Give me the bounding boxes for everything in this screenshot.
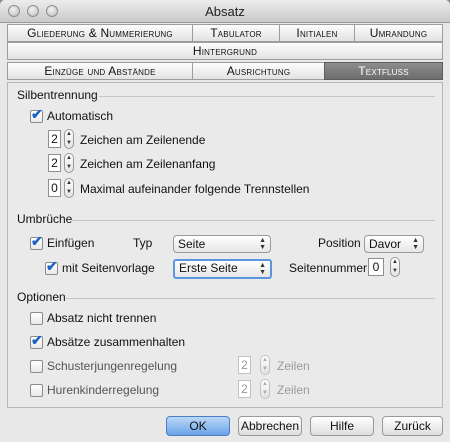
tab-hintergrund[interactable]: Hintergrund bbox=[7, 42, 443, 60]
position-select[interactable]: Davor ▲ ▼ bbox=[364, 235, 424, 253]
hurenkinder-input[interactable]: 2 bbox=[238, 380, 251, 398]
einfuegen-checkbox[interactable]: ✔ bbox=[30, 233, 43, 250]
dialog-window: Absatz Gliederung & Nummerierung Tabulat… bbox=[0, 0, 450, 442]
up-arrow-icon: ▲ bbox=[66, 131, 72, 137]
schusterjungen-input[interactable]: 2 bbox=[238, 356, 251, 374]
title-bar: Absatz bbox=[0, 0, 450, 23]
schusterjungen-stepper[interactable]: ▲ ▼ bbox=[260, 355, 270, 375]
chevron-updown-icon: ▲ ▼ bbox=[412, 237, 419, 251]
up-arrow-icon: ▲ bbox=[66, 155, 72, 161]
divider bbox=[99, 96, 435, 97]
tab-tabulator[interactable]: Tabulator bbox=[192, 24, 280, 42]
seitennummer-input[interactable]: 0 bbox=[368, 258, 384, 276]
section-optionen: Optionen bbox=[17, 290, 66, 304]
tab-textfluss[interactable]: Textfluss bbox=[324, 62, 443, 80]
hurenkinder-unit: Zeilen bbox=[277, 383, 310, 397]
hurenkinder-label: Hurenkinderregelung bbox=[47, 383, 160, 397]
zeilenanfang-stepper[interactable]: ▲ ▼ bbox=[64, 153, 74, 173]
check-icon: ✔ bbox=[31, 332, 43, 348]
trennstellen-stepper[interactable]: ▲ ▼ bbox=[64, 178, 74, 198]
section-umbrueche: Umbrüche bbox=[17, 212, 73, 226]
typ-select[interactable]: Seite ▲ ▼ bbox=[173, 235, 271, 253]
window-title: Absatz bbox=[205, 4, 245, 19]
cancel-button[interactable]: Abbrechen bbox=[238, 416, 302, 436]
seitenvorlage-value: Erste Seite bbox=[179, 261, 238, 275]
seitennummer-stepper[interactable]: ▲ ▼ bbox=[390, 257, 400, 277]
tab-initialen[interactable]: Initialen bbox=[279, 24, 355, 42]
up-arrow-icon: ▲ bbox=[262, 381, 268, 387]
automatisch-checkbox[interactable]: ✔ bbox=[30, 106, 43, 123]
zeilenanfang-label: Zeichen am Zeilenanfang bbox=[80, 157, 216, 171]
schusterjungen-label: Schusterjungenregelung bbox=[47, 359, 178, 373]
automatisch-label: Automatisch bbox=[47, 109, 114, 123]
check-icon: ✔ bbox=[46, 258, 58, 274]
tab-einzuege[interactable]: Einzüge und Abstände bbox=[7, 62, 193, 80]
zeilenende-stepper[interactable]: ▲ ▼ bbox=[64, 129, 74, 149]
zusammenhalten-checkbox[interactable]: ✔ bbox=[30, 332, 43, 349]
divider bbox=[66, 298, 435, 299]
nicht-trennen-checkbox[interactable] bbox=[30, 312, 43, 325]
help-button[interactable]: Hilfe bbox=[310, 416, 374, 436]
tab-gliederung[interactable]: Gliederung & Nummerierung bbox=[7, 24, 193, 42]
check-icon: ✔ bbox=[31, 106, 43, 122]
zusammenhalten-label: Absätze zusammenhalten bbox=[47, 335, 186, 349]
down-arrow-icon: ▼ bbox=[66, 164, 72, 170]
zeilenanfang-input[interactable]: 2 bbox=[48, 154, 61, 172]
trennstellen-label: Maximal aufeinander folgende Trennstelle… bbox=[80, 182, 310, 196]
zeilenende-label: Zeichen am Zeilenende bbox=[80, 133, 206, 147]
seitenvorlage-select[interactable]: Erste Seite ▲ ▼ bbox=[173, 259, 272, 279]
hurenkinder-stepper[interactable]: ▲ ▼ bbox=[260, 379, 270, 399]
down-arrow-icon: ▼ bbox=[392, 268, 398, 274]
seitennummer-label: Seitennummer bbox=[289, 261, 368, 275]
typ-label: Typ bbox=[133, 236, 153, 250]
up-arrow-icon: ▲ bbox=[66, 180, 72, 186]
check-icon: ✔ bbox=[31, 233, 43, 249]
einfuegen-label: Einfügen bbox=[47, 236, 95, 250]
seitenvorlage-checkbox[interactable]: ✔ bbox=[45, 258, 58, 275]
zeilenende-input[interactable]: 2 bbox=[48, 130, 61, 148]
divider bbox=[72, 220, 435, 221]
down-arrow-icon: ▼ bbox=[66, 189, 72, 195]
up-arrow-icon: ▲ bbox=[392, 259, 398, 265]
schusterjungen-checkbox[interactable] bbox=[30, 360, 43, 373]
tab-ausrichtung[interactable]: Ausrichtung bbox=[192, 62, 325, 80]
ok-button[interactable]: OK bbox=[166, 416, 230, 436]
position-label: Position bbox=[318, 236, 361, 250]
down-arrow-icon: ▼ bbox=[262, 366, 268, 372]
trennstellen-input[interactable]: 0 bbox=[48, 179, 61, 197]
nicht-trennen-label: Absatz nicht trennen bbox=[47, 311, 157, 325]
seitenvorlage-label: mit Seitenvorlage bbox=[62, 261, 155, 275]
down-arrow-icon: ▼ bbox=[262, 390, 268, 396]
down-arrow-icon: ▼ bbox=[66, 140, 72, 146]
schusterjungen-unit: Zeilen bbox=[277, 359, 310, 373]
chevron-updown-icon: ▲ ▼ bbox=[259, 237, 266, 251]
position-value: Davor bbox=[369, 237, 402, 251]
tab-umrandung[interactable]: Umrandung bbox=[354, 24, 443, 42]
up-arrow-icon: ▲ bbox=[262, 357, 268, 363]
hurenkinder-checkbox[interactable] bbox=[30, 384, 43, 397]
chevron-updown-icon: ▲ ▼ bbox=[259, 262, 266, 276]
reset-button[interactable]: Zurück bbox=[382, 416, 443, 436]
typ-value: Seite bbox=[178, 237, 206, 251]
section-silbentrennung: Silbentrennung bbox=[17, 88, 98, 102]
